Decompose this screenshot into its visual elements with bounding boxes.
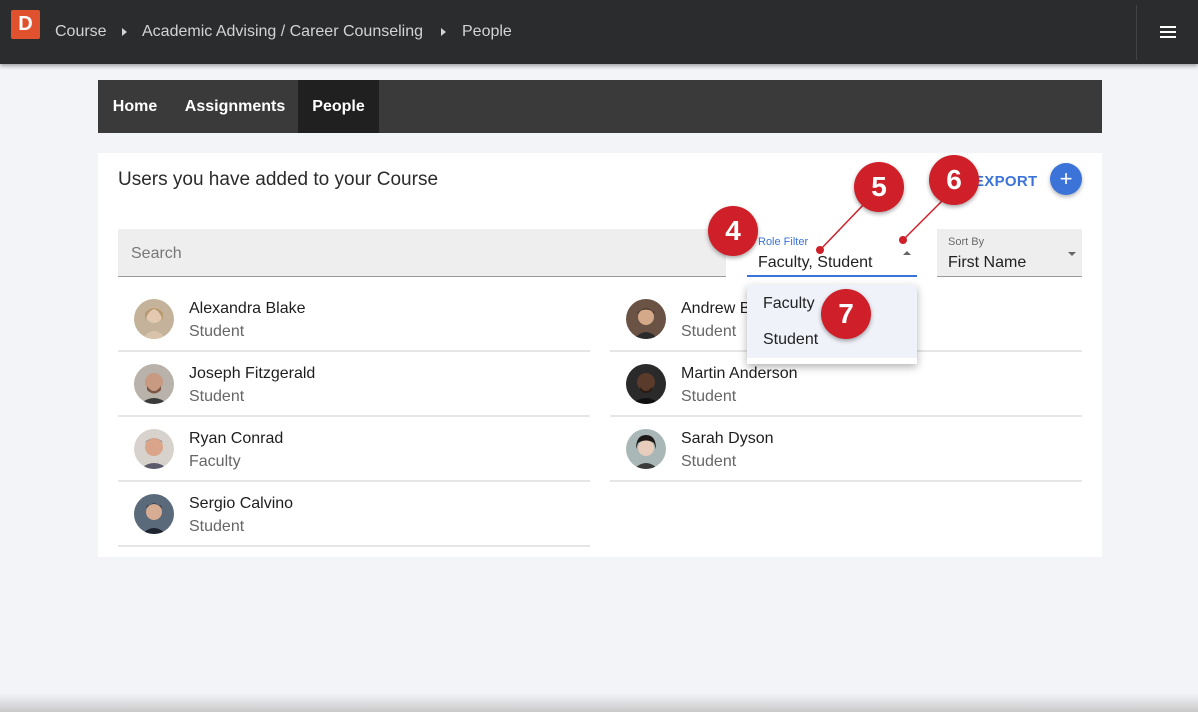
callout-badge-6: 6 <box>929 155 979 205</box>
callout-badge-4: 4 <box>708 206 758 256</box>
window-bottom-edge <box>0 693 1198 712</box>
callout-badge-7: 7 <box>821 289 871 339</box>
callout-connectors <box>816 198 945 254</box>
callout-badge-5: 5 <box>854 162 904 212</box>
